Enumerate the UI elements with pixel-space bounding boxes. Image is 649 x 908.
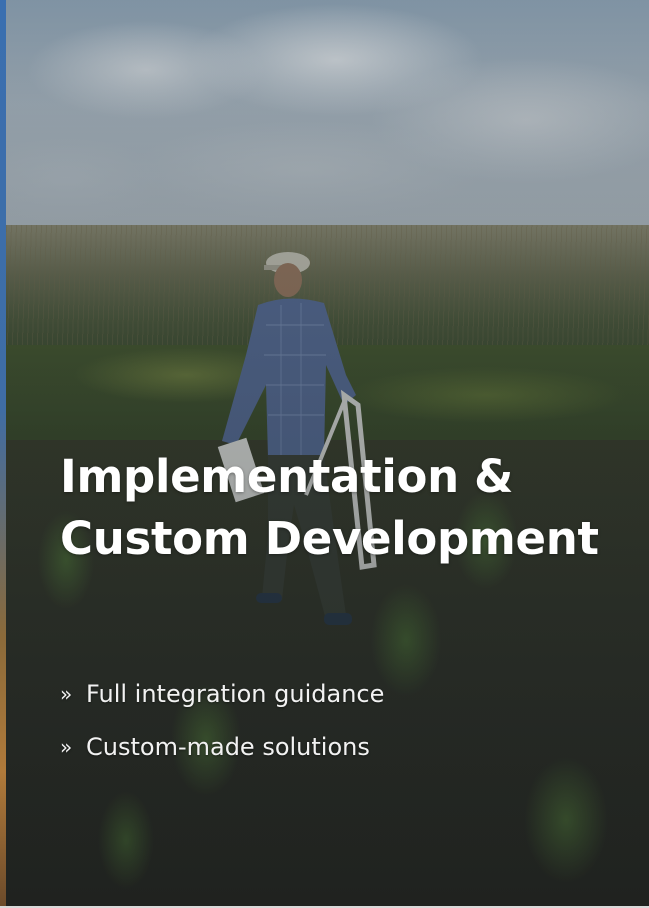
service-card: Implementation & Custom Development » Fu…	[0, 0, 649, 908]
title-line-1: Implementation &	[60, 450, 514, 503]
title-line-2: Custom Development	[60, 512, 599, 565]
feature-label: Custom-made solutions	[86, 733, 370, 761]
feature-item: » Full integration guidance	[60, 668, 384, 721]
card-title: Implementation & Custom Development	[60, 446, 620, 570]
feature-label: Full integration guidance	[86, 680, 385, 708]
chevron-double-right-icon: »	[60, 735, 73, 759]
feature-list: » Full integration guidance » Custom-mad…	[60, 668, 384, 774]
feature-item: » Custom-made solutions	[60, 721, 384, 774]
chevron-double-right-icon: »	[60, 682, 73, 706]
